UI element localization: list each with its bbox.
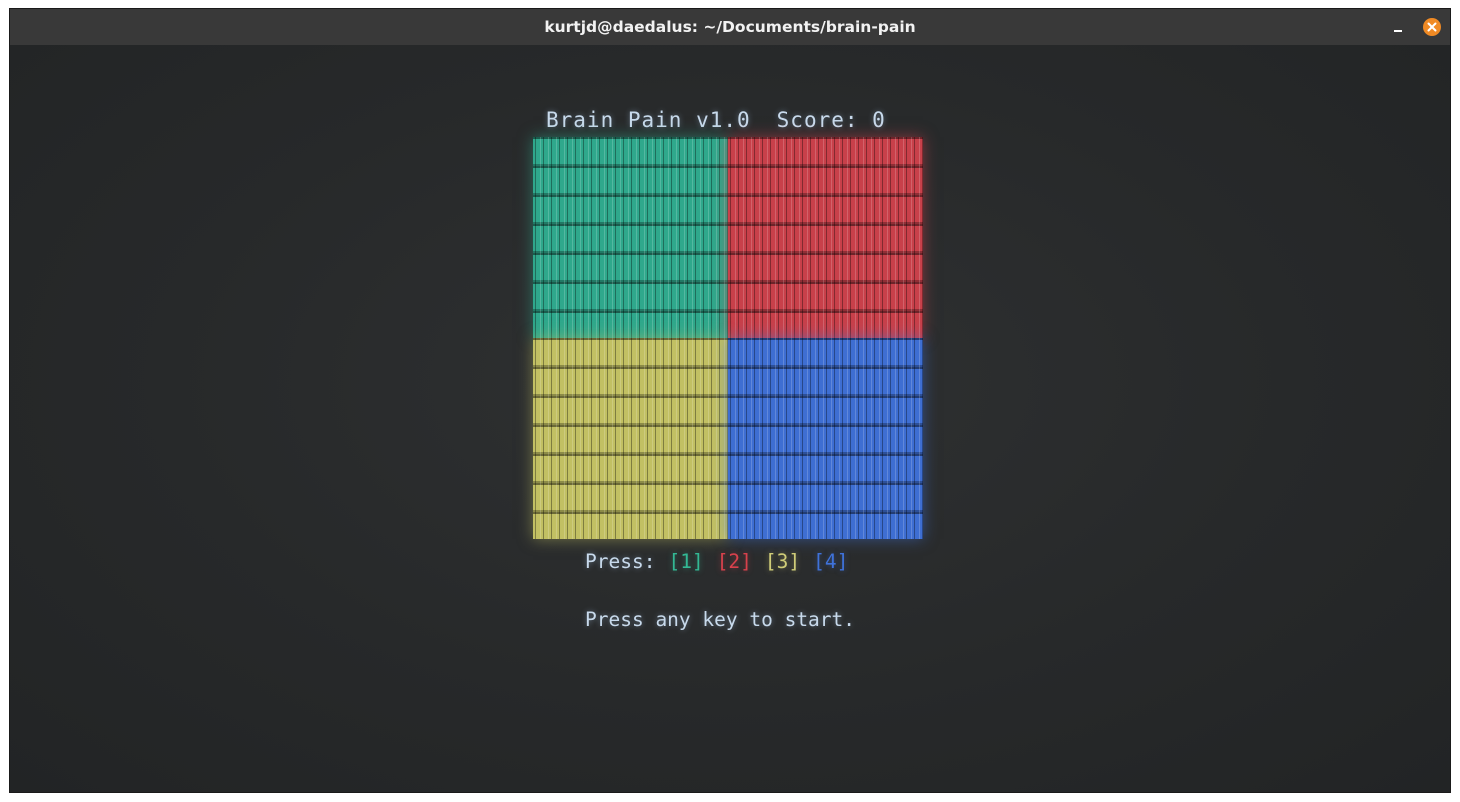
close-icon[interactable] (1423, 18, 1441, 36)
title-bar[interactable]: kurtjd@daedalus: ~/Documents/brain-pain (10, 9, 1450, 46)
press-label: Press: (585, 550, 656, 573)
game-title: Brain Pain v1.0 (546, 108, 751, 132)
key-4-label: [4] (813, 550, 849, 573)
quadrant-yellow (533, 338, 728, 539)
quadrant-blue (728, 338, 923, 539)
close-x-glyph (1427, 22, 1437, 32)
color-grid (533, 137, 923, 539)
key-3-label: [3] (764, 550, 801, 573)
score-display: Score: 0 (776, 108, 886, 132)
key-2-label: [2] (716, 550, 752, 573)
quadrant-green (533, 137, 728, 338)
start-message: Press any key to start. (585, 608, 856, 631)
terminal-content[interactable]: Brain Pain v1.0 Score: 0 Press: [1] [2] [3] [… (10, 45, 1450, 792)
terminal-window: kurtjd@daedalus: ~/Documents/brain-pain … (9, 8, 1451, 793)
minimize-icon[interactable] (1390, 19, 1406, 35)
key-legend: Press: [1] [2] [3] [4] (585, 545, 848, 579)
quadrant-red (728, 137, 923, 338)
window-title: kurtjd@daedalus: ~/Documents/brain-pain (544, 18, 916, 36)
game-header: Brain Pain v1.0 Score: 0 (546, 103, 886, 137)
key-1-label: [1] (668, 550, 704, 573)
